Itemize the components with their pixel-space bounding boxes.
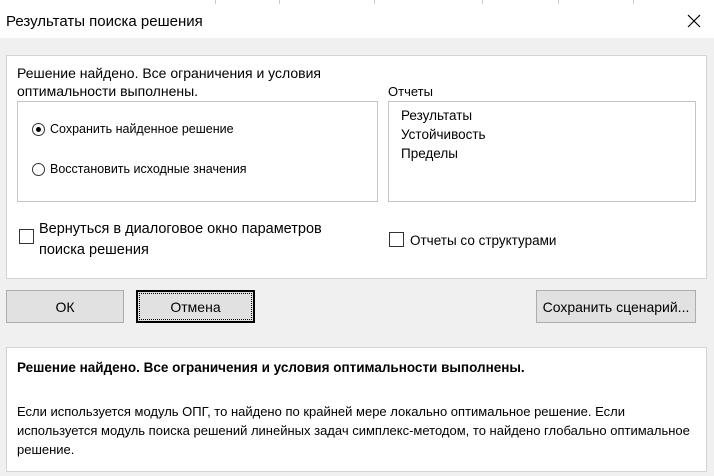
report-item-limits[interactable]: Пределы: [401, 144, 695, 163]
cancel-button-label: Отмена: [170, 298, 221, 315]
outline-reports-checkbox-row[interactable]: Отчеты со структурами: [389, 230, 556, 251]
report-item-sensitivity[interactable]: Устойчивость: [401, 125, 695, 144]
solution-status-message: Решение найдено. Все ограничения и услов…: [17, 65, 321, 99]
reports-label: Отчеты: [388, 84, 433, 99]
cancel-button[interactable]: Отмена: [136, 290, 255, 323]
dialog-title: Результаты поиска решения: [6, 13, 203, 30]
report-item-results[interactable]: Результаты: [401, 106, 695, 125]
details-headline: Решение найдено. Все ограничения и услов…: [17, 360, 525, 375]
reports-list[interactable]: Результаты Устойчивость Пределы: [388, 101, 696, 202]
close-icon: [687, 14, 701, 28]
restore-values-label: Восстановить исходные значения: [50, 162, 247, 176]
results-options-panel: Решение найдено. Все ограничения и услов…: [6, 55, 707, 279]
radio-selected-icon[interactable]: [32, 122, 45, 136]
return-to-params-checkbox-row[interactable]: Вернуться в диалоговое окно параметров п…: [19, 219, 364, 261]
title-bar: Результаты поиска решения: [0, 4, 714, 38]
outline-reports-checkbox[interactable]: [389, 232, 404, 247]
return-to-params-checkbox[interactable]: [19, 229, 34, 244]
keep-solution-radio[interactable]: Сохранить найденное решение: [32, 122, 234, 136]
save-scenario-label: Сохранить сценарий...: [542, 298, 690, 315]
close-button[interactable]: [682, 9, 706, 33]
ok-button-label: ОК: [55, 298, 75, 315]
return-to-params-label: Вернуться в диалоговое окно параметров п…: [39, 221, 322, 258]
radio-unselected-icon[interactable]: [32, 162, 45, 176]
outline-reports-label: Отчеты со структурами: [410, 233, 557, 248]
solver-results-dialog: Результаты поиска решения Решение найден…: [0, 0, 714, 476]
ok-button[interactable]: ОК: [6, 290, 124, 323]
details-panel: Решение найдено. Все ограничения и услов…: [6, 347, 707, 472]
solution-options-group: Сохранить найденное решение Восстановить…: [17, 101, 378, 202]
keep-solution-label: Сохранить найденное решение: [50, 122, 234, 136]
details-description: Если используется модуль ОПГ, то найдено…: [17, 404, 690, 457]
save-scenario-button[interactable]: Сохранить сценарий...: [536, 290, 696, 323]
restore-values-radio[interactable]: Восстановить исходные значения: [32, 162, 247, 176]
